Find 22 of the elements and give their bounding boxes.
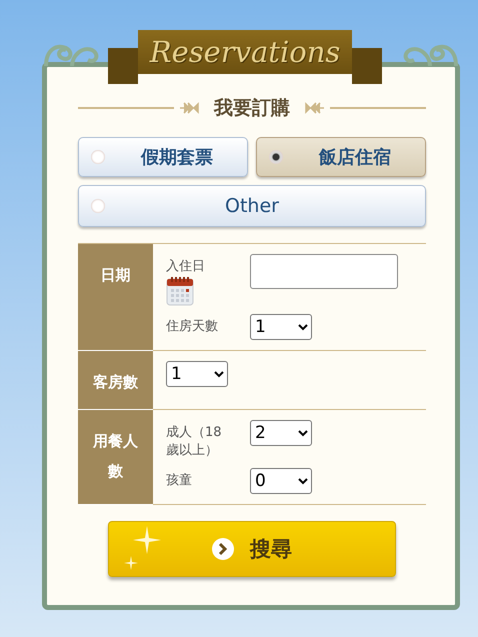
row-header: 用餐人數 [78, 410, 153, 505]
field-label: 入住日 [166, 258, 206, 276]
option-tab[interactable]: 假期套票 [78, 137, 248, 177]
option-tab[interactable]: Other [78, 185, 426, 227]
field-label: 住房天數 [166, 318, 219, 336]
dropdown-select[interactable]: 2 [250, 420, 312, 446]
date-input[interactable] [250, 254, 398, 289]
dropdown-select[interactable]: 1 [250, 314, 312, 340]
arrow-circle-icon [212, 538, 234, 560]
ribbon-banner: Reservations [108, 30, 382, 84]
row-header: 日期 [78, 244, 153, 351]
section-heading: 我要訂購 [212, 96, 291, 121]
search-button[interactable]: 搜尋 [108, 521, 396, 577]
calendar-icon[interactable] [166, 276, 194, 306]
option-tab[interactable]: 飯店住宿 [256, 137, 426, 177]
field-label: 成人（18歲以上） [166, 424, 223, 460]
ornament-icon [302, 102, 324, 114]
dropdown-select[interactable]: 0 [250, 468, 312, 494]
field-label: 孩童 [166, 472, 193, 490]
row-header: 客房數 [78, 351, 153, 410]
dropdown-select[interactable]: 1 [166, 361, 228, 387]
ornament-icon [180, 102, 202, 114]
